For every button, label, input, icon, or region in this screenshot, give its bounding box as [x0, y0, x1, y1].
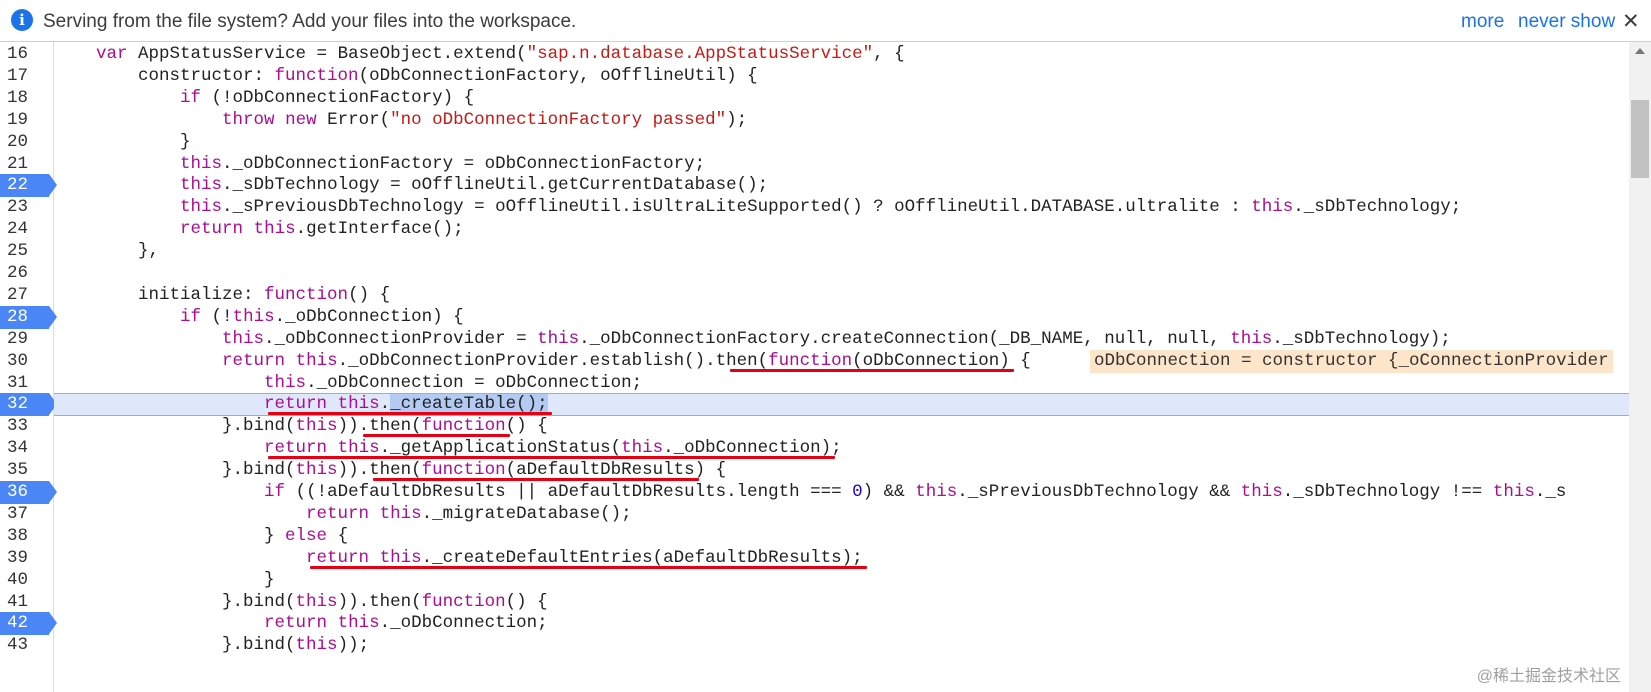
line-number-25[interactable]: 25 — [0, 240, 53, 263]
line-number-19[interactable]: 19 — [0, 109, 53, 132]
inline-variable-value: oDbConnection = constructor {_oConnectio… — [1090, 349, 1613, 373]
code-line-27[interactable]: initialize: function() { — [54, 284, 1629, 307]
more-link[interactable]: more — [1461, 11, 1504, 33]
line-number-33[interactable]: 33 — [0, 415, 53, 438]
red-underline-annotation — [268, 456, 835, 460]
code-line-17[interactable]: constructor: function(oDbConnectionFacto… — [54, 65, 1629, 88]
code-line-21[interactable]: this._oDbConnectionFactory = oDbConnecti… — [54, 153, 1629, 176]
code-content[interactable]: var AppStatusService = BaseObject.extend… — [54, 42, 1629, 692]
line-number-22[interactable]: 22 — [0, 174, 57, 198]
code-line-36[interactable]: if ((!aDefaultDbResults || aDefaultDbRes… — [54, 481, 1629, 504]
scrollbar-thumb[interactable] — [1631, 100, 1649, 178]
code-line-42[interactable]: return this._oDbConnection; — [54, 612, 1629, 635]
line-number-37[interactable]: 37 — [0, 503, 53, 526]
line-number-34[interactable]: 34 — [0, 437, 53, 460]
code-line-16[interactable]: var AppStatusService = BaseObject.extend… — [54, 43, 1629, 66]
line-number-18[interactable]: 18 — [0, 87, 53, 110]
line-number-21[interactable]: 21 — [0, 153, 53, 176]
line-number-32[interactable]: 32 — [0, 393, 57, 417]
code-line-26[interactable] — [54, 262, 1629, 285]
code-line-43[interactable]: }.bind(this)); — [54, 634, 1629, 657]
red-underline-annotation — [373, 478, 699, 482]
line-number-41[interactable]: 41 — [0, 591, 53, 614]
code-line-19[interactable]: throw new Error("no oDbConnectionFactory… — [54, 109, 1629, 132]
red-underline-annotation — [268, 412, 552, 416]
scroll-up-arrow-icon[interactable] — [1635, 48, 1645, 54]
code-line-38[interactable]: } else { — [54, 525, 1629, 548]
line-number-30[interactable]: 30 — [0, 350, 53, 373]
line-number-23[interactable]: 23 — [0, 196, 53, 219]
code-line-37[interactable]: return this._migrateDatabase(); — [54, 503, 1629, 526]
code-line-20[interactable]: } — [54, 131, 1629, 154]
code-line-25[interactable]: }, — [54, 240, 1629, 263]
line-number-24[interactable]: 24 — [0, 218, 53, 241]
line-number-43[interactable]: 43 — [0, 634, 53, 657]
line-number-27[interactable]: 27 — [0, 284, 53, 307]
code-editor[interactable]: 16 17 18 19 20 21 22 23 24 25 26 27 28 29 30 31 32 33 34 35… — [0, 42, 1651, 692]
code-line-33[interactable]: }.bind(this)).then(function() { — [54, 415, 1629, 438]
line-number-38[interactable]: 38 — [0, 525, 53, 548]
code-line-40[interactable]: } — [54, 569, 1629, 592]
line-number-39[interactable]: 39 — [0, 547, 53, 570]
line-number-42[interactable]: 42 — [0, 612, 57, 636]
info-message: Serving from the file system? Add your f… — [43, 11, 577, 32]
info-bar: i Serving from the file system? Add your… — [0, 0, 1651, 42]
code-line-18[interactable]: if (!oDbConnectionFactory) { — [54, 87, 1629, 110]
line-number-29[interactable]: 29 — [0, 328, 53, 351]
code-line-22[interactable]: this._sDbTechnology = oOfflineUtil.getCu… — [54, 174, 1629, 197]
close-icon[interactable]: ✕ — [1622, 9, 1640, 34]
red-underline-annotation — [362, 434, 510, 438]
red-underline-annotation — [730, 368, 1014, 372]
red-underline-annotation — [310, 565, 867, 569]
line-number-17[interactable]: 17 — [0, 65, 53, 88]
line-number-28[interactable]: 28 — [0, 305, 57, 329]
line-number-40[interactable]: 40 — [0, 569, 53, 592]
code-line-23[interactable]: this._sPreviousDbTechnology = oOfflineUt… — [54, 196, 1629, 219]
never-show-link[interactable]: never show — [1518, 11, 1615, 33]
info-icon: i — [11, 9, 33, 31]
code-line-35[interactable]: }.bind(this)).then(function(aDefaultDbRe… — [54, 459, 1629, 482]
line-number-20[interactable]: 20 — [0, 131, 53, 154]
line-number-35[interactable]: 35 — [0, 459, 53, 482]
code-line-28[interactable]: if (!this._oDbConnection) { — [54, 306, 1629, 329]
code-line-41[interactable]: }.bind(this)).then(function() { — [54, 591, 1629, 614]
line-number-36[interactable]: 36 — [0, 481, 57, 504]
code-line-31[interactable]: this._oDbConnection = oDbConnection; — [54, 372, 1629, 395]
vertical-scrollbar[interactable] — [1629, 42, 1651, 692]
code-line-29[interactable]: this._oDbConnectionProvider = this._oDbC… — [54, 328, 1629, 351]
watermark: @稀土掘金技术社区 — [1476, 668, 1621, 685]
line-number-31[interactable]: 31 — [0, 372, 53, 395]
line-number-gutter[interactable]: 16 17 18 19 20 21 22 23 24 25 26 27 28 29 30 31 32 33 34 35… — [0, 42, 57, 692]
line-number-26[interactable]: 26 — [0, 262, 53, 285]
line-number-16[interactable]: 16 — [0, 43, 53, 66]
code-line-24[interactable]: return this.getInterface(); — [54, 218, 1629, 241]
